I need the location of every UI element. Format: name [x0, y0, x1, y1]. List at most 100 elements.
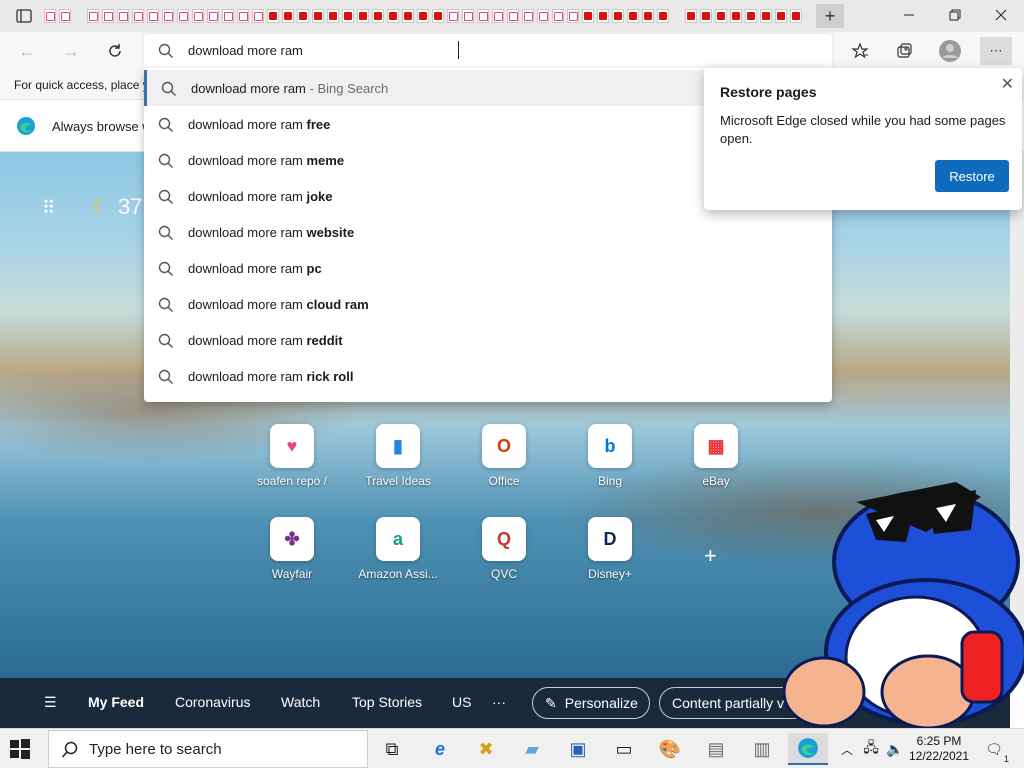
control-panel-icon[interactable]: ▣ — [558, 733, 598, 765]
task-view-icon[interactable]: ⧉ — [372, 733, 412, 765]
network-icon[interactable]: 🖧 — [860, 733, 882, 765]
files-app-icon[interactable]: ▰ — [512, 733, 552, 765]
quick-link-tile[interactable]: ✤ Wayfair — [250, 517, 334, 581]
add-quick-link-icon[interactable]: + — [704, 543, 717, 569]
browser-tab[interactable] — [462, 9, 474, 23]
browser-tab[interactable] — [552, 9, 564, 23]
minimize-button[interactable] — [886, 0, 932, 30]
suggestion-item[interactable]: download more ram reddit — [144, 322, 832, 358]
browser-tab[interactable] — [612, 9, 624, 23]
browser-tab[interactable] — [432, 9, 444, 23]
browser-tab[interactable] — [312, 9, 324, 23]
taskbar-search-box[interactable]: Type here to search — [48, 730, 368, 768]
browser-tab[interactable] — [87, 9, 99, 23]
apps-grid-icon[interactable]: ⠿ — [42, 198, 56, 219]
browser-tab[interactable] — [775, 9, 787, 23]
browser-tab[interactable] — [237, 9, 249, 23]
browser-tab[interactable] — [715, 9, 727, 23]
browser-tab[interactable] — [597, 9, 609, 23]
browser-tab[interactable] — [342, 9, 354, 23]
browser-tab[interactable] — [327, 9, 339, 23]
suggestion-item[interactable]: download more ram pc — [144, 250, 832, 286]
browser-tab[interactable] — [357, 9, 369, 23]
browser-tab[interactable] — [700, 9, 712, 23]
quick-link-tile[interactable]: O Office — [462, 424, 546, 488]
paint-icon[interactable]: 🎨 — [650, 733, 690, 765]
suggestion-item[interactable]: download more ram website — [144, 214, 832, 250]
collections-icon[interactable] — [888, 37, 920, 65]
app-x-icon[interactable]: ✖ — [466, 733, 506, 765]
restore-button[interactable]: Restore — [935, 160, 1009, 192]
quick-link-tile[interactable]: ▦ eBay — [674, 424, 758, 488]
feed-more-icon[interactable]: ··· — [492, 694, 506, 710]
new-tab-button[interactable]: + — [816, 4, 844, 28]
browser-tab[interactable] — [447, 9, 459, 23]
feed-tab-us[interactable]: US — [452, 694, 471, 710]
suggestion-item[interactable]: download more ram cloud ram — [144, 286, 832, 322]
feed-tab-my-feed[interactable]: My Feed — [88, 694, 144, 710]
personalize-button[interactable]: ✎ Personalize — [532, 687, 650, 719]
chevron-up-icon[interactable]: ︿ — [836, 733, 858, 765]
browser-tab[interactable] — [192, 9, 204, 23]
favorites-star-icon[interactable] — [844, 37, 876, 65]
quick-link-tile[interactable]: Q QVC — [462, 517, 546, 581]
address-input[interactable]: download more ram — [188, 43, 303, 58]
notepad-icon[interactable]: ▥ — [742, 733, 782, 765]
windows-start-icon[interactable] — [8, 737, 32, 761]
feed-tab-top-stories[interactable]: Top Stories — [352, 694, 422, 710]
browser-tab[interactable] — [745, 9, 757, 23]
close-window-button[interactable] — [978, 0, 1024, 30]
browser-tab[interactable] — [627, 9, 639, 23]
browser-tab[interactable] — [730, 9, 742, 23]
browser-tab[interactable] — [507, 9, 519, 23]
browser-tab[interactable] — [567, 9, 579, 23]
browser-tab[interactable] — [162, 9, 174, 23]
browser-tab[interactable] — [297, 9, 309, 23]
browser-tab[interactable] — [760, 9, 772, 23]
profile-avatar-icon[interactable] — [934, 37, 966, 65]
browser-tab[interactable] — [582, 9, 594, 23]
weather-widget[interactable]: ☾ 37 — [92, 194, 142, 220]
feed-tab-coronavirus[interactable]: Coronavirus — [175, 694, 250, 710]
browser-tab[interactable] — [537, 9, 549, 23]
browser-tab[interactable] — [177, 9, 189, 23]
suggestion-item[interactable]: download more ram rick roll — [144, 358, 832, 394]
browser-tab[interactable] — [59, 9, 71, 23]
browser-tab[interactable] — [207, 9, 219, 23]
forward-icon[interactable]: → — [56, 37, 86, 65]
browser-tab[interactable] — [492, 9, 504, 23]
hamburger-menu-icon[interactable]: ☰ — [44, 694, 57, 711]
quick-link-tile[interactable]: ♥ soafen repo / — [250, 424, 334, 488]
browser-tab[interactable] — [372, 9, 384, 23]
edge-taskbar-icon[interactable] — [788, 733, 828, 765]
command-prompt-icon[interactable]: ▭ — [604, 733, 644, 765]
browser-tab[interactable] — [117, 9, 129, 23]
quick-link-tile[interactable]: D Disney+ — [568, 517, 652, 581]
restore-window-button[interactable] — [932, 0, 978, 30]
browser-tab[interactable] — [267, 9, 279, 23]
browser-tab[interactable] — [642, 9, 654, 23]
browser-tab[interactable] — [282, 9, 294, 23]
quick-link-tile[interactable]: b Bing — [568, 424, 652, 488]
notification-center-icon[interactable]: 🗨 1 — [980, 735, 1009, 764]
browser-tab[interactable] — [685, 9, 697, 23]
picture-viewer-icon[interactable]: ▤ — [696, 733, 736, 765]
browser-tab[interactable] — [102, 9, 114, 23]
feed-tab-watch[interactable]: Watch — [281, 694, 320, 710]
browser-tab[interactable] — [417, 9, 429, 23]
refresh-icon[interactable] — [100, 37, 130, 65]
browser-tab[interactable] — [402, 9, 414, 23]
quick-link-tile[interactable]: ▮ Travel Ideas — [356, 424, 440, 488]
browser-tab[interactable] — [132, 9, 144, 23]
volume-muted-icon[interactable]: 🔈 — [884, 733, 906, 765]
quick-link-tile[interactable]: a Amazon Assi... — [356, 517, 440, 581]
browser-tab[interactable] — [522, 9, 534, 23]
browser-tab[interactable] — [657, 9, 669, 23]
browser-tab[interactable] — [147, 9, 159, 23]
close-icon[interactable]: ✕ — [1001, 74, 1014, 94]
browser-tab[interactable] — [222, 9, 234, 23]
back-icon[interactable]: ← — [12, 37, 42, 65]
settings-more-icon[interactable]: ⋯ — [980, 37, 1012, 65]
address-bar[interactable]: download more ram — [144, 34, 832, 68]
browser-tab[interactable] — [790, 9, 802, 23]
